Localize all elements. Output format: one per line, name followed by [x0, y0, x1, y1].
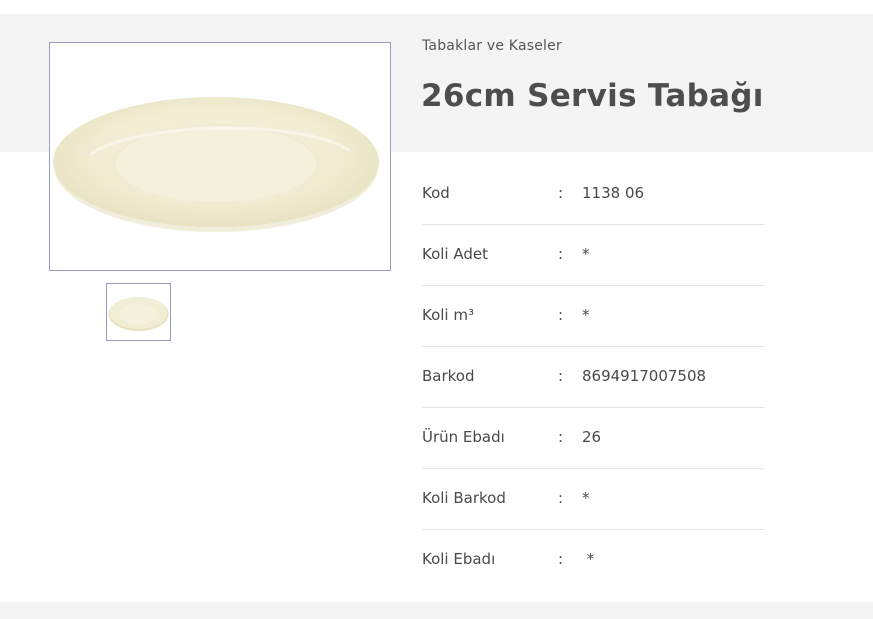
product-detail-page: Tabaklar ve Kaseler 26cm Servis Tabağı K… — [0, 0, 873, 619]
spec-label: Barkod — [422, 367, 475, 385]
spec-separator: : — [558, 489, 564, 507]
footer-band — [0, 602, 873, 619]
spec-label: Koli Adet — [422, 245, 488, 263]
plate-thumbnail-icon — [108, 297, 169, 331]
spec-label: Kod — [422, 184, 450, 202]
spec-label: Koli Barkod — [422, 489, 506, 507]
spec-value: * — [582, 550, 595, 568]
spec-separator: : — [558, 550, 564, 568]
product-thumbnail[interactable] — [106, 283, 171, 341]
spec-row-urun-ebadi: Ürün Ebadı : 26 — [422, 408, 764, 469]
spec-separator: : — [558, 367, 564, 385]
spec-label: Koli m³ — [422, 306, 474, 324]
spec-value: 26 — [582, 428, 602, 446]
spec-value: * — [582, 245, 590, 263]
spec-separator: : — [558, 245, 564, 263]
spec-row-barkod: Barkod : 8694917007508 — [422, 347, 764, 408]
spec-separator: : — [558, 306, 564, 324]
spec-value: 8694917007508 — [582, 367, 707, 385]
spec-table: Kod : 1138 06 Koli Adet : * Koli m³ : * … — [422, 164, 764, 590]
product-main-image[interactable] — [49, 42, 391, 271]
spec-row-koli-adet: Koli Adet : * — [422, 225, 764, 286]
spec-row-kod: Kod : 1138 06 — [422, 164, 764, 225]
plate-image-icon — [53, 97, 379, 232]
spec-row-koli-ebadi: Koli Ebadı : * — [422, 530, 764, 590]
spec-row-koli-barkod: Koli Barkod : * — [422, 469, 764, 530]
spec-value: * — [582, 306, 590, 324]
spec-label: Ürün Ebadı — [422, 428, 505, 446]
spec-value: 1138 06 — [582, 184, 645, 202]
spec-separator: : — [558, 184, 564, 202]
product-title: 26cm Servis Tabağı — [421, 78, 764, 114]
spec-row-koli-m3: Koli m³ : * — [422, 286, 764, 347]
spec-label: Koli Ebadı — [422, 550, 496, 568]
spec-value: * — [582, 489, 590, 507]
product-category: Tabaklar ve Kaseler — [422, 38, 562, 54]
spec-separator: : — [558, 428, 564, 446]
